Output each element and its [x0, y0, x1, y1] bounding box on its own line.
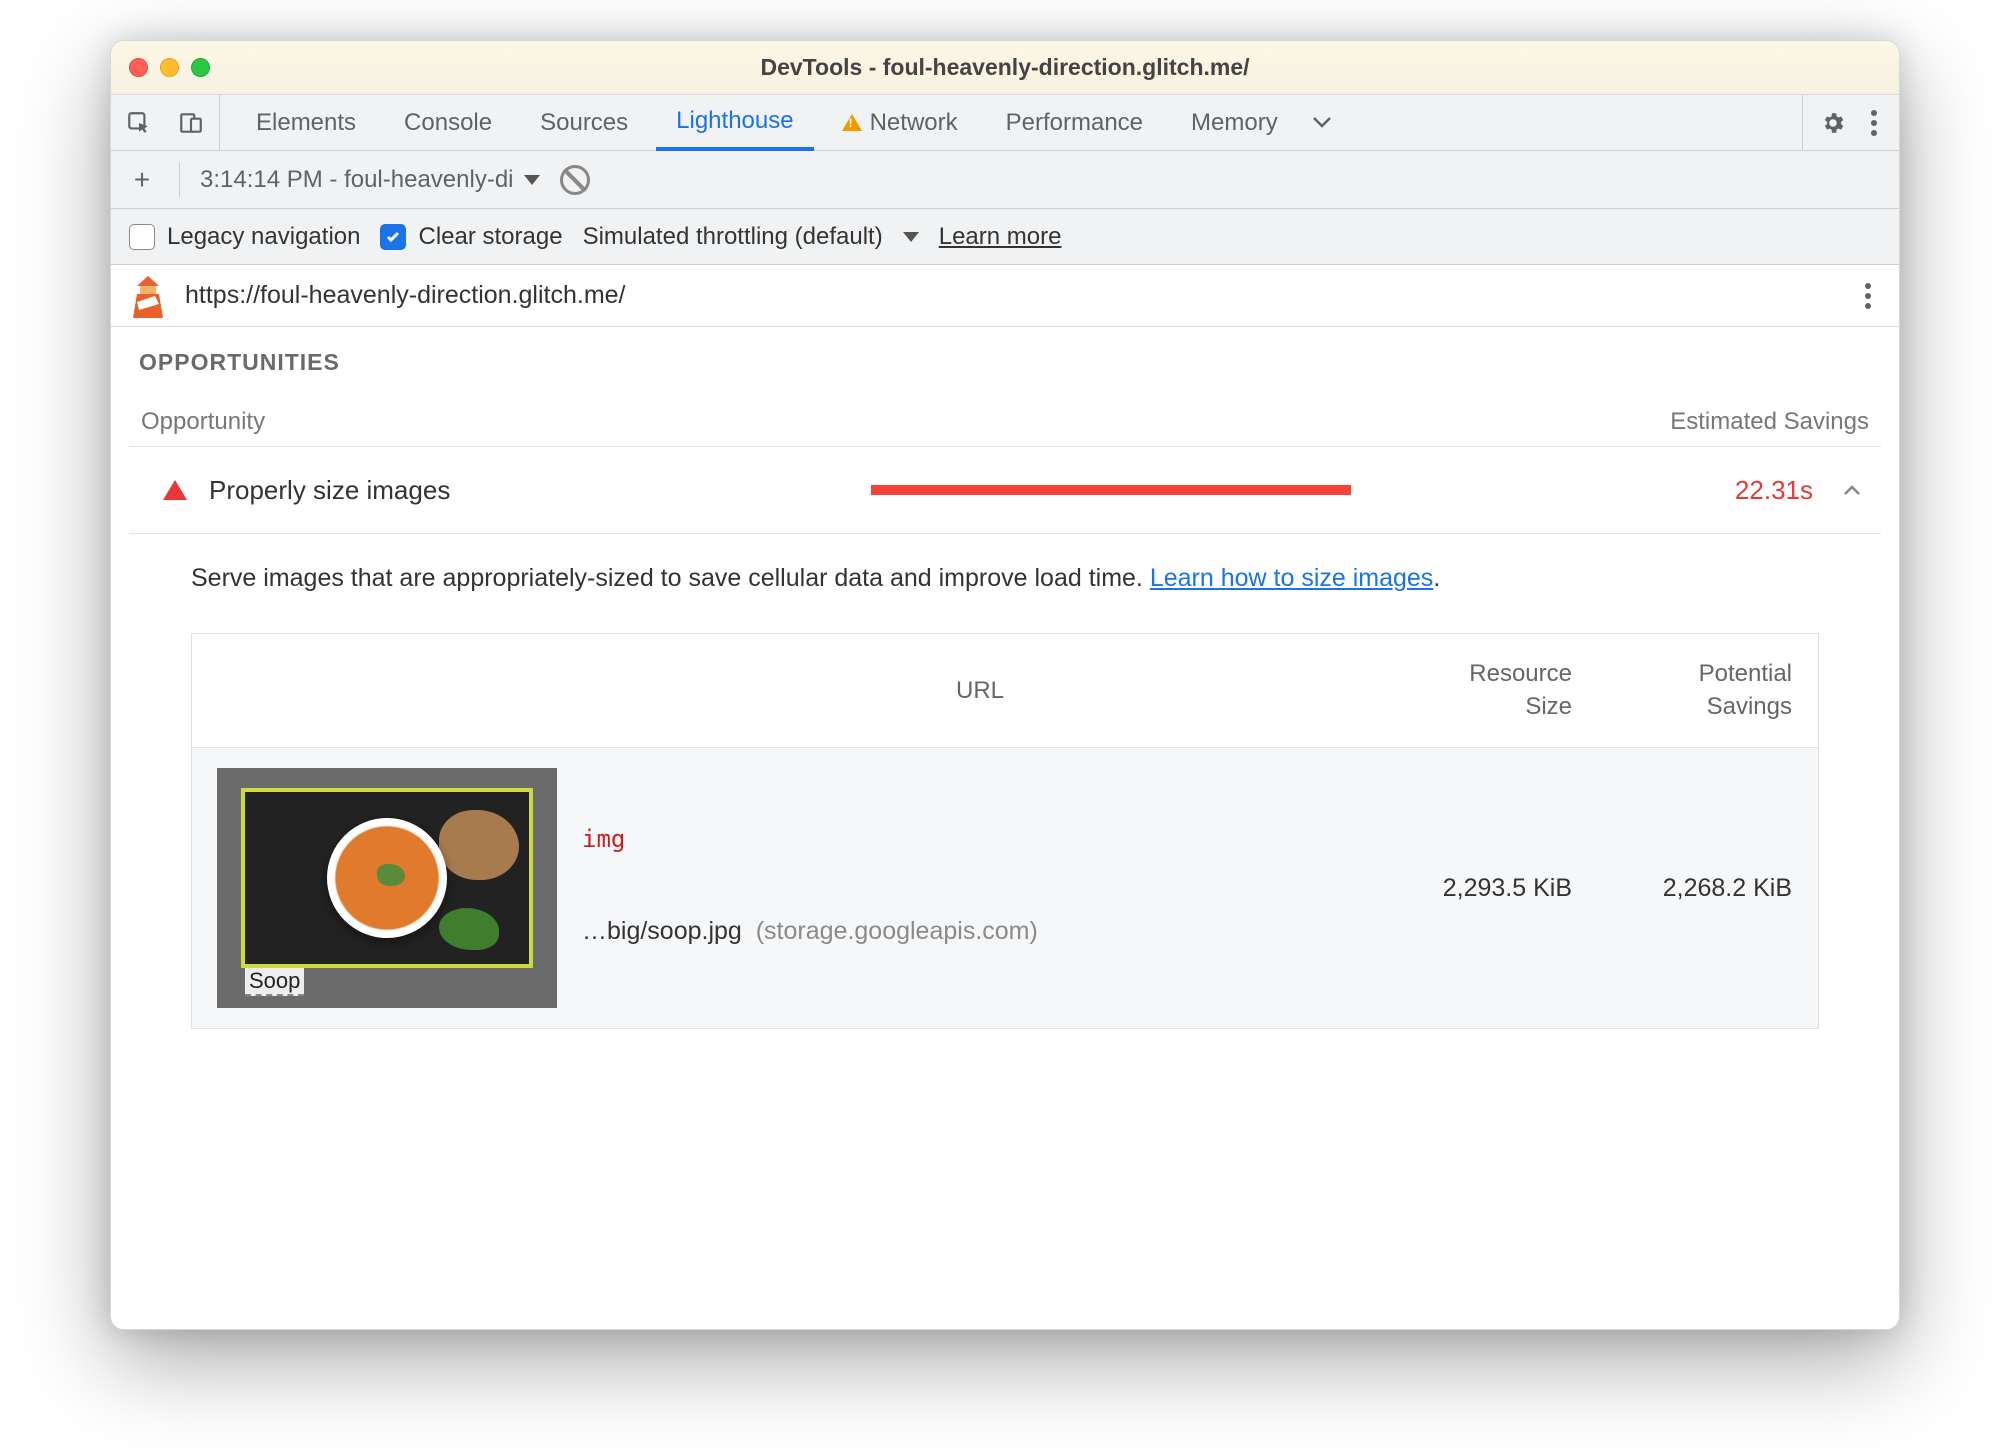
- thumb-soup: [327, 818, 447, 938]
- table-row[interactable]: Soop img …big/soop.jpg (storage.googleap…: [192, 748, 1818, 1028]
- throttling-dropdown-icon[interactable]: [903, 232, 919, 242]
- tab-memory[interactable]: Memory: [1171, 95, 1298, 150]
- tab-elements[interactable]: Elements: [236, 95, 376, 150]
- titlebar: DevTools - foul-heavenly-direction.glitc…: [111, 41, 1899, 95]
- column-estimated-savings: Estimated Savings: [1670, 408, 1869, 436]
- savings-value: 22.31s: [1683, 475, 1813, 506]
- clear-storage-label: Clear storage: [418, 223, 562, 251]
- header-potential-savings: PotentialSavings: [1598, 658, 1818, 723]
- devtools-tabs-bar: Elements Console Sources Lighthouse Netw…: [111, 95, 1899, 151]
- element-tag: img: [582, 823, 1378, 857]
- report-content: OPPORTUNITIES Opportunity Estimated Savi…: [111, 327, 1899, 1329]
- tab-console[interactable]: Console: [384, 95, 512, 150]
- opportunity-name: Properly size images: [209, 475, 849, 506]
- thumb-bread: [439, 810, 519, 880]
- lighthouse-settings-bar: Legacy navigation Clear storage Simulate…: [111, 209, 1899, 265]
- tab-label: Lighthouse: [676, 107, 793, 135]
- resources-table: URL ResourceSize PotentialSavings: [191, 633, 1819, 1029]
- savings-bar-track: [871, 486, 1661, 494]
- tab-label: Sources: [540, 109, 628, 137]
- resource-path: …big/soop.jpg: [582, 917, 742, 945]
- lighthouse-toolbar: + 3:14:14 PM - foul-heavenly-di: [111, 151, 1899, 209]
- resource-size: 2,293.5 KiB: [1378, 874, 1598, 903]
- new-report-button[interactable]: +: [125, 163, 159, 197]
- settings-gear-icon[interactable]: [1815, 105, 1851, 141]
- lighthouse-icon: [129, 274, 167, 318]
- opportunities-columns: Opportunity Estimated Savings: [129, 398, 1881, 446]
- resource-host: (storage.googleapis.com): [756, 917, 1038, 945]
- report-url-bar: https://foul-heavenly-direction.glitch.m…: [111, 265, 1899, 327]
- legacy-navigation-label: Legacy navigation: [167, 223, 360, 251]
- tab-label: Memory: [1191, 109, 1278, 137]
- tested-url: https://foul-heavenly-direction.glitch.m…: [185, 281, 626, 310]
- thumb-caption: Soop: [245, 968, 304, 996]
- opportunity-row[interactable]: Properly size images 22.31s: [129, 446, 1881, 534]
- description-text-end: .: [1433, 564, 1440, 592]
- throttling-label: Simulated throttling (default): [583, 223, 883, 251]
- fail-triangle-icon: [163, 480, 187, 500]
- tab-performance[interactable]: Performance: [986, 95, 1163, 150]
- savings-bar-fill: [871, 485, 1351, 495]
- more-options-icon[interactable]: [1861, 104, 1887, 142]
- learn-more-link[interactable]: Learn more: [939, 223, 1062, 251]
- window-title: DevTools - foul-heavenly-direction.glitc…: [111, 54, 1899, 81]
- tab-network[interactable]: Network: [822, 95, 978, 150]
- collapse-chevron-icon[interactable]: [1835, 473, 1869, 507]
- report-options-icon[interactable]: [1855, 277, 1881, 315]
- tab-lighthouse[interactable]: Lighthouse: [656, 96, 813, 151]
- opportunity-description: Serve images that are appropriately-size…: [129, 534, 1881, 603]
- resource-thumbnail: Soop: [217, 768, 557, 1008]
- header-resource-size: ResourceSize: [1378, 658, 1598, 723]
- learn-size-images-link[interactable]: Learn how to size images: [1150, 564, 1433, 592]
- tab-label: Elements: [256, 109, 356, 137]
- potential-savings: 2,268.2 KiB: [1598, 874, 1818, 903]
- legacy-navigation-checkbox[interactable]: [129, 224, 155, 250]
- report-selector[interactable]: 3:14:14 PM - foul-heavenly-di: [200, 166, 540, 194]
- more-tabs-icon[interactable]: [1306, 105, 1342, 141]
- section-title-opportunities: OPPORTUNITIES: [139, 349, 1881, 376]
- devtools-window: DevTools - foul-heavenly-direction.glitc…: [110, 40, 1900, 1330]
- clear-report-icon[interactable]: [553, 158, 595, 200]
- header-url: URL: [582, 677, 1378, 705]
- dropdown-caret-icon: [524, 175, 540, 185]
- description-text: Serve images that are appropriately-size…: [191, 564, 1150, 592]
- tab-sources[interactable]: Sources: [520, 95, 648, 150]
- inspect-element-icon[interactable]: [121, 105, 157, 141]
- warning-icon: [842, 114, 862, 131]
- table-header: URL ResourceSize PotentialSavings: [192, 634, 1818, 748]
- thumb-leaf: [439, 908, 499, 950]
- column-opportunity: Opportunity: [141, 408, 265, 436]
- tab-label: Console: [404, 109, 492, 137]
- tab-label: Performance: [1006, 109, 1143, 137]
- device-toolbar-icon[interactable]: [173, 105, 209, 141]
- divider: [179, 162, 180, 196]
- tab-label: Network: [870, 109, 958, 137]
- clear-storage-checkbox[interactable]: [380, 224, 406, 250]
- report-selector-label: 3:14:14 PM - foul-heavenly-di: [200, 166, 514, 194]
